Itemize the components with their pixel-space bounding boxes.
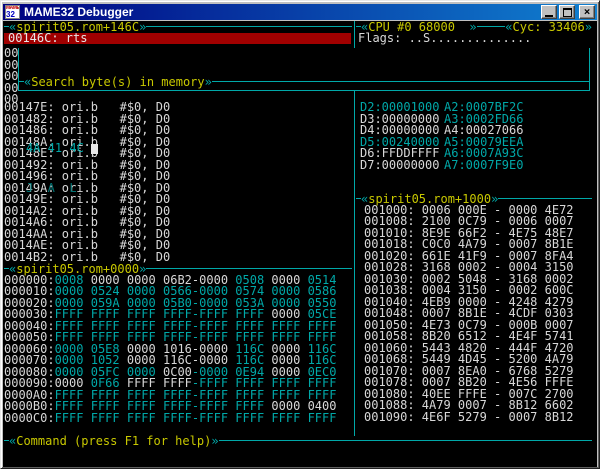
- window-controls: ×: [539, 5, 595, 19]
- memory-cell: FFFF: [199, 411, 228, 425]
- header-line: [146, 268, 352, 269]
- command-panel-header: «Command (press F1 for help)»: [4, 435, 592, 446]
- debugger-client: «spirit05.rom+146C» «CPU #0 68000 »«Cyc:…: [3, 21, 597, 467]
- memory-cell-separator: [300, 411, 307, 425]
- memory-cell: FFFF: [271, 411, 300, 425]
- text-cursor-icon: [91, 144, 98, 154]
- header-line: [219, 440, 592, 441]
- memory-cell: FFFF: [91, 411, 120, 425]
- memory-cell-separator: [83, 411, 90, 425]
- search-input-bytes: 4A 41 4C: [26, 141, 84, 155]
- memory-address: 0000C0:: [4, 411, 55, 425]
- cpu-flags: Flags: ..S..............: [358, 33, 531, 44]
- search-ascii-text: J A L: [26, 181, 77, 195]
- header-line: [477, 26, 506, 27]
- chevron-close-icon: »: [139, 21, 146, 34]
- memory-cell-separator: [120, 411, 127, 425]
- chevron-open-icon: «: [9, 434, 16, 448]
- chevron-close-icon: »: [205, 75, 212, 89]
- memory-left-rows: 000000:0008 0000 0000 06B2-0000 0508 000…: [4, 275, 336, 425]
- memory-row: 001090: 4E6F 5279 - 0007 8B12: [364, 412, 574, 424]
- close-icon: ×: [584, 7, 591, 17]
- maximize-button[interactable]: [559, 5, 575, 19]
- disasm-current-line: 00146C: rts: [4, 33, 351, 44]
- chevron-close-icon: »: [585, 21, 592, 34]
- memory-row: 0000C0:FFFF FFFF FFFF FFFF-FFFF FFFF FFF…: [4, 413, 336, 425]
- close-button[interactable]: ×: [579, 5, 595, 19]
- search-dialog-title: Search byte(s) in memory: [31, 75, 204, 89]
- minimize-icon: [545, 15, 553, 17]
- memory-cell: FFFF: [235, 411, 264, 425]
- memory-cell-separator: [156, 411, 163, 425]
- search-dialog: «Search byte(s) in memory» 4A 41 4C J A …: [18, 48, 590, 91]
- mame32-app-icon: MAME 32: [5, 5, 20, 19]
- header-line: [146, 26, 352, 27]
- search-dialog-header: «Search byte(s) in memory»: [19, 76, 589, 87]
- command-input[interactable]: [4, 447, 592, 466]
- disasm-obscured-fragments: 0000000000: [4, 48, 18, 106]
- chevron-close-icon: »: [211, 434, 218, 448]
- maximize-icon: [563, 8, 572, 17]
- chevron-open-icon: «: [24, 75, 31, 89]
- app-icon-number: 32: [6, 11, 15, 19]
- memory-cell: FFFF: [163, 411, 192, 425]
- debugger-window: MAME 32 MAME32 Debugger × «spirit05.rom+…: [0, 0, 600, 469]
- command-panel-title: Command (press F1 for help): [16, 434, 211, 448]
- header-line: [212, 81, 589, 82]
- minimize-button[interactable]: [541, 5, 557, 19]
- search-input[interactable]: 4A 41 4C: [26, 143, 589, 155]
- memory-cell: FFFF: [308, 411, 337, 425]
- memory-cell: FFFF: [55, 411, 84, 425]
- search-ascii-preview: J A L: [26, 183, 589, 195]
- memory-cell: FFFF: [127, 411, 156, 425]
- title-bar[interactable]: MAME 32 MAME32 Debugger ×: [3, 4, 597, 20]
- window-title: MAME32 Debugger: [24, 5, 133, 19]
